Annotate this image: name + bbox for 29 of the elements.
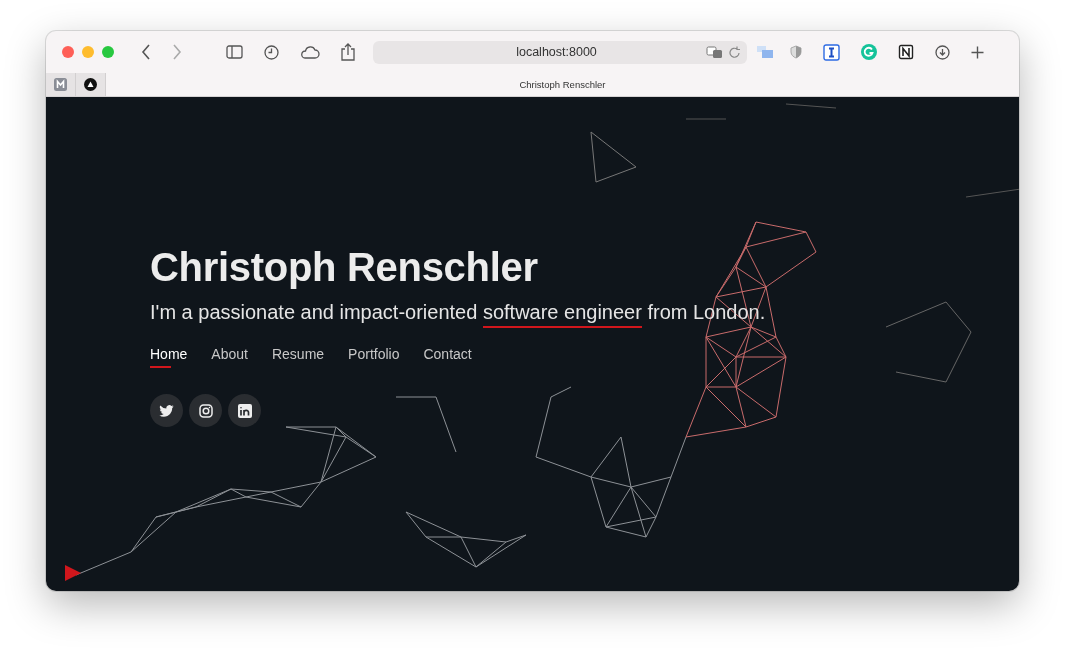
cloud-icon[interactable] <box>300 45 320 59</box>
linkedin-icon <box>237 403 252 418</box>
shield-icon[interactable] <box>790 45 802 59</box>
letter-i-icon[interactable] <box>823 43 840 61</box>
bird-icon <box>159 404 174 417</box>
address-bar[interactable]: localhost:8000 <box>373 40 747 64</box>
nav-link[interactable]: Portfolio <box>348 345 400 370</box>
translate-icon[interactable] <box>706 45 723 59</box>
sidebar-icon[interactable] <box>226 45 243 59</box>
play-icon[interactable] <box>65 565 81 581</box>
social-button[interactable] <box>189 394 222 427</box>
social-button[interactable] <box>150 394 183 427</box>
hero-title: Christoph Renschler <box>150 244 539 290</box>
letter-m-icon <box>54 78 67 91</box>
reload-icon[interactable] <box>729 45 741 59</box>
social-button[interactable] <box>228 394 261 427</box>
new-tab-icon[interactable] <box>971 45 984 59</box>
nav-link[interactable]: Contact <box>423 345 472 370</box>
download-icon[interactable] <box>935 44 950 60</box>
share-icon[interactable] <box>341 43 355 61</box>
camera-icon <box>198 403 213 418</box>
pinned-tab[interactable] <box>76 73 106 96</box>
close-button[interactable] <box>62 46 74 58</box>
back-icon[interactable] <box>141 44 151 60</box>
browser-tab[interactable]: Christoph Renschler <box>106 73 1019 96</box>
notebook-icon[interactable] <box>898 44 914 60</box>
clock-icon[interactable] <box>264 44 279 60</box>
nav-link[interactable]: About <box>211 345 248 370</box>
nav-link[interactable]: Resume <box>271 345 325 370</box>
